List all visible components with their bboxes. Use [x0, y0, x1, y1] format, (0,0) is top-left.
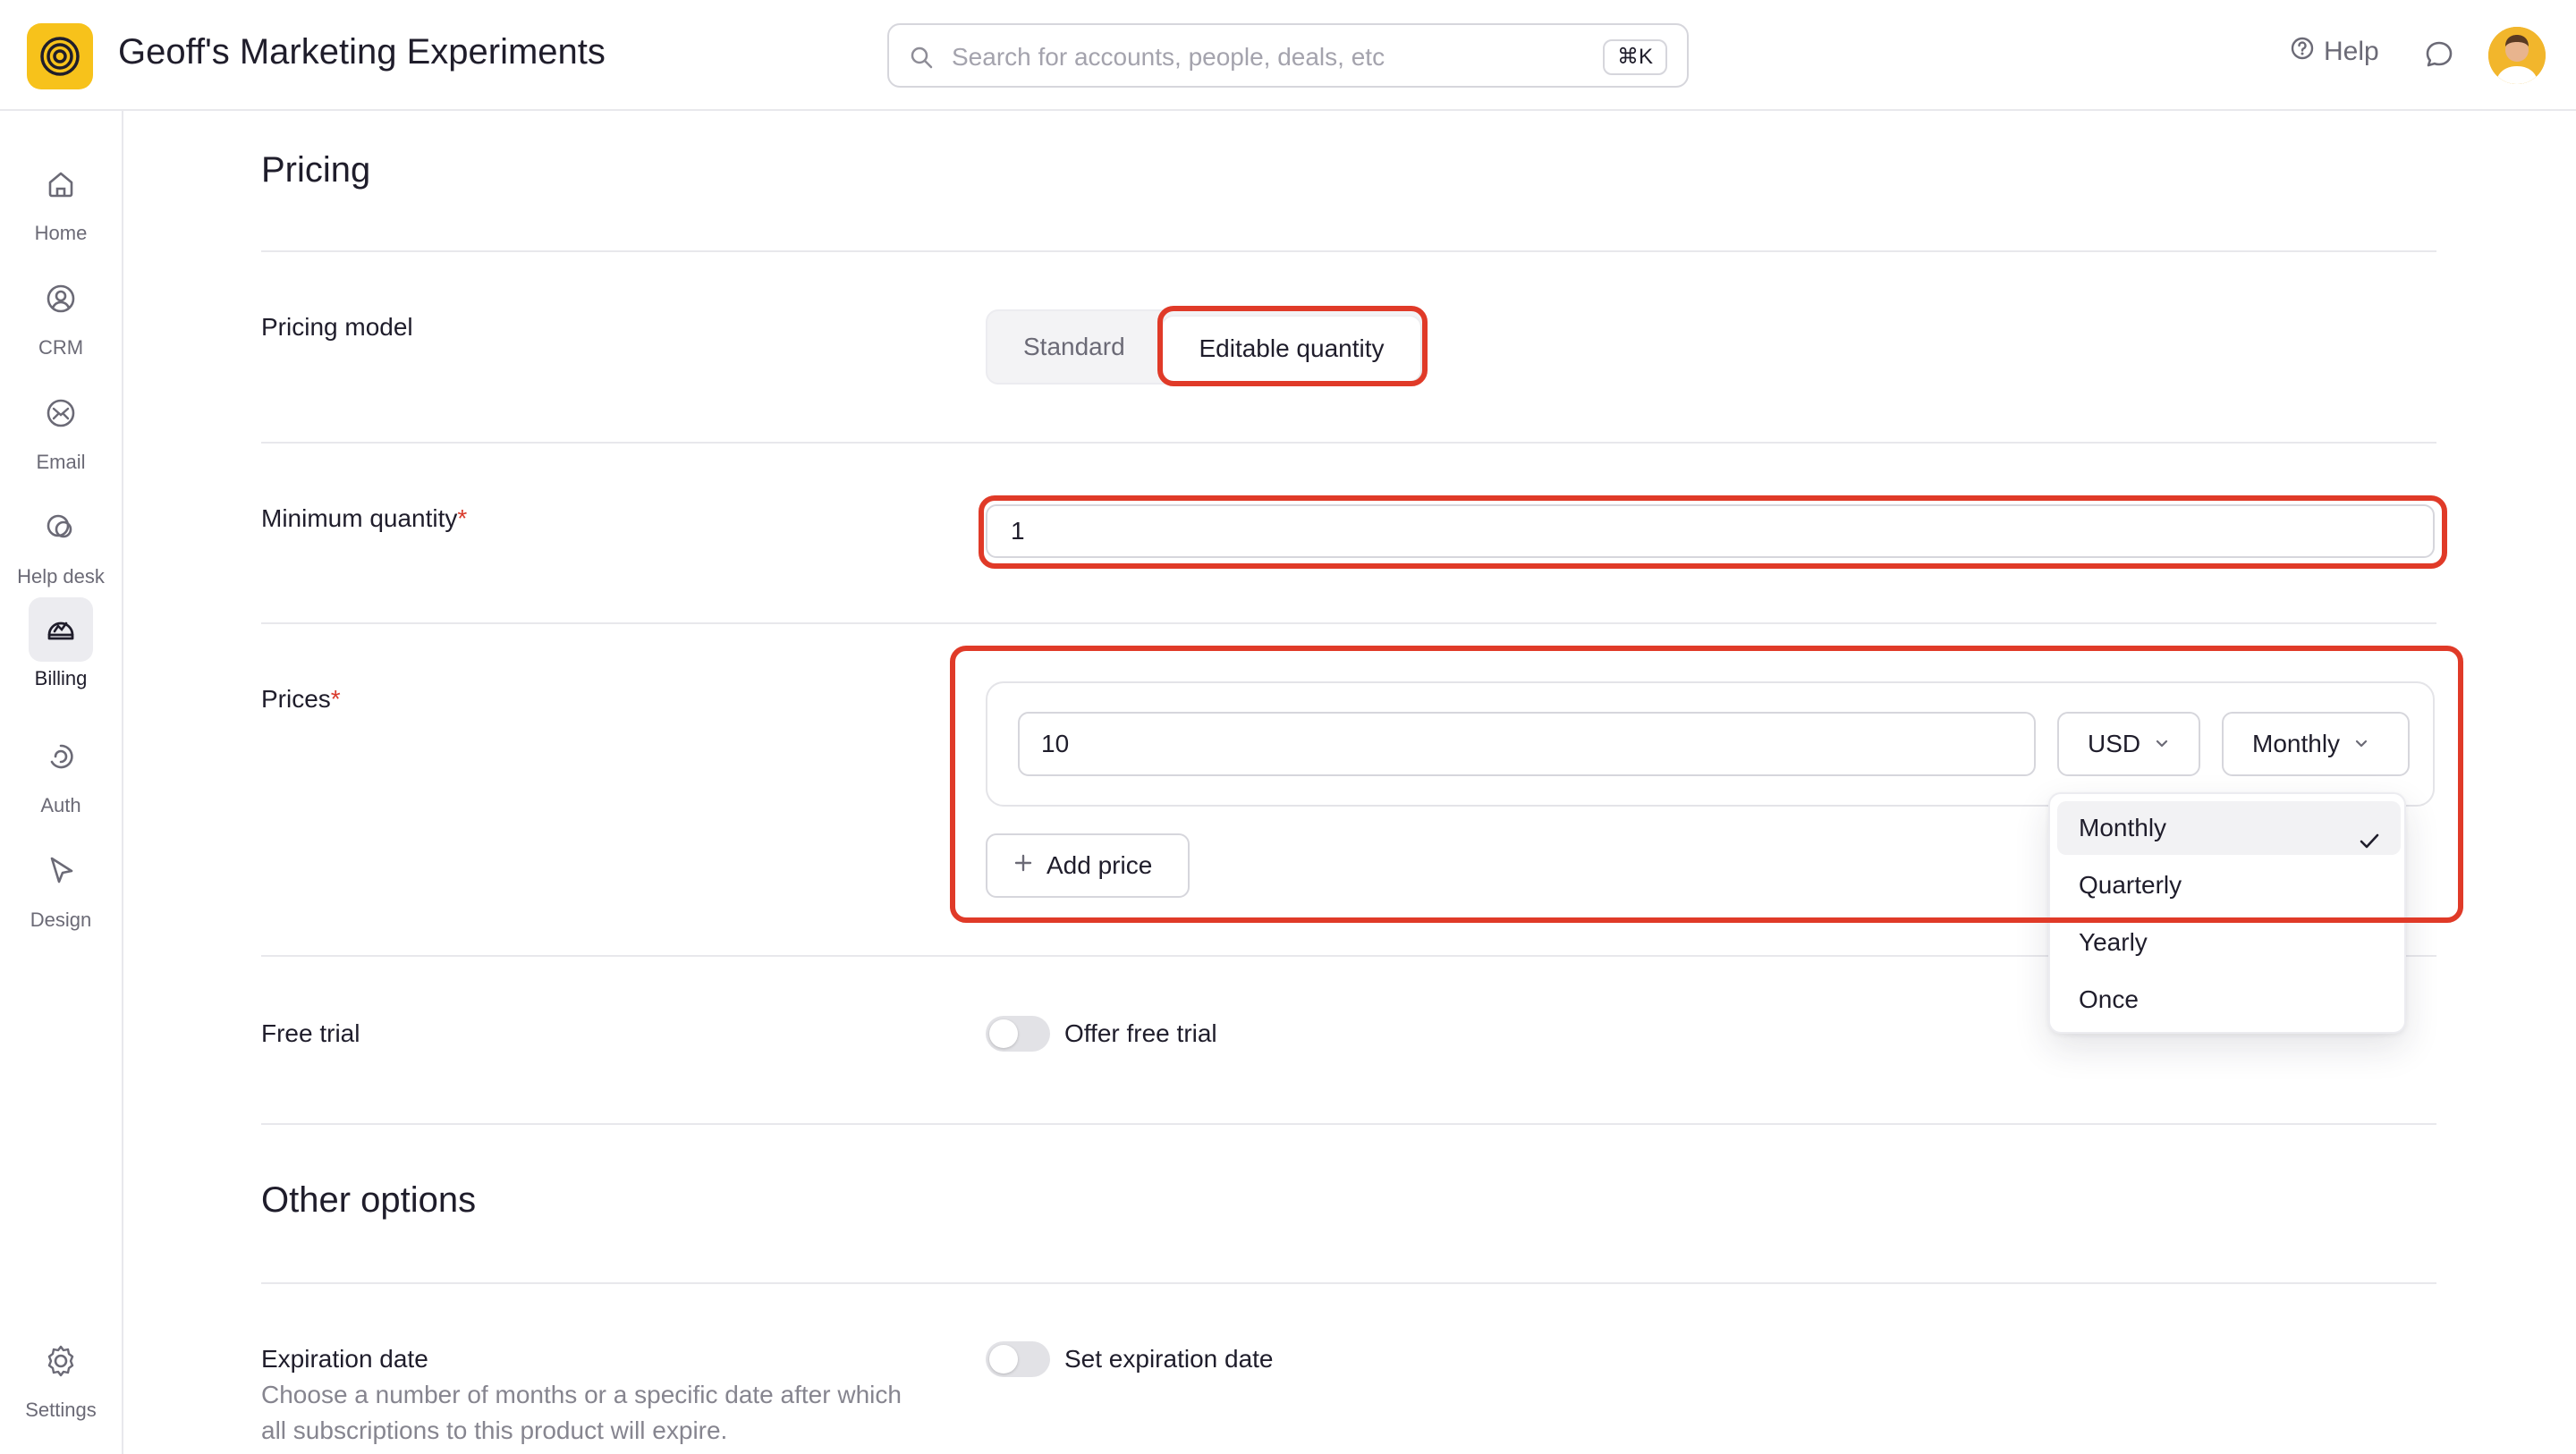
section-heading-pricing: Pricing [261, 150, 371, 190]
option-standard[interactable]: Standard [1023, 333, 1125, 361]
dropdown-option-yearly[interactable]: Yearly [2057, 916, 2401, 969]
sidebar-item-label: Home [34, 222, 88, 244]
sidebar-item-label: CRM [38, 336, 84, 359]
add-price-button[interactable]: Add price [986, 833, 1190, 898]
sidebar-item-label: Billing [34, 667, 88, 689]
expiration-toggle-label: Set expiration date [1064, 1345, 1274, 1373]
chat-icon[interactable] [2424, 39, 2454, 74]
option-editable-quantity[interactable]: Editable quantity [1163, 317, 1420, 381]
expiration-date-label: Expiration date [261, 1345, 428, 1373]
divider [261, 250, 2436, 252]
gear-icon [29, 1329, 93, 1393]
toggle-knob [989, 1345, 1018, 1374]
home-icon [29, 152, 93, 216]
option-label: Once [2079, 985, 2139, 1013]
chevron-down-icon [2352, 730, 2370, 758]
sidebar-item-auth[interactable]: Auth [0, 724, 122, 832]
prices-label: Prices* [261, 685, 341, 714]
toggle-knob [989, 1019, 1018, 1048]
free-trial-toggle-label: Offer free trial [1064, 1019, 1217, 1047]
required-asterisk: * [330, 685, 341, 713]
avatar[interactable] [2488, 27, 2546, 84]
sidebar-item-help-desk[interactable]: Help desk [0, 495, 122, 603]
required-asterisk: * [457, 504, 468, 532]
currency-value: USD [2088, 730, 2141, 757]
search-placeholder: Search for accounts, people, deals, etc [952, 43, 1385, 71]
help-desk-icon [29, 495, 93, 560]
sidebar-item-label: Help desk [17, 565, 105, 588]
search-input[interactable]: Search for accounts, people, deals, etc … [887, 23, 1689, 88]
min-quantity-label-text: Minimum quantity [261, 504, 458, 532]
divider [261, 442, 2436, 444]
sidebar-item-label: Email [36, 451, 86, 473]
divider [261, 1123, 2436, 1125]
sidebar-item-home[interactable]: Home [0, 152, 122, 259]
help-label: Help [2324, 37, 2379, 66]
sidebar-item-billing[interactable]: Billing [0, 597, 122, 705]
pricing-model-toggle: Standard Editable quantity [986, 309, 1424, 385]
min-quantity-input[interactable]: 1 [986, 504, 2435, 558]
divider [261, 622, 2436, 624]
option-label: Quarterly [2079, 871, 2182, 899]
billing-period-value: Monthly [2252, 730, 2341, 757]
prices-label-text: Prices [261, 685, 331, 713]
section-heading-other-options: Other options [261, 1180, 477, 1220]
free-trial-label: Free trial [261, 1019, 360, 1047]
billing-period-dropdown: Monthly Quarterly Yearly Once [2048, 792, 2406, 1034]
sidebar-item-label: Design [30, 909, 92, 931]
price-amount-input[interactable]: 10 [1018, 712, 2036, 776]
search-icon [909, 45, 934, 74]
app-title: Geoff's Marketing Experiments [118, 32, 606, 72]
help-link[interactable]: Help [2290, 36, 2379, 68]
dropdown-option-quarterly[interactable]: Quarterly [2057, 858, 2401, 912]
sidebar-item-email[interactable]: Email [0, 381, 122, 488]
sidebar-item-label: Auth [40, 794, 81, 816]
divider [261, 1282, 2436, 1284]
shortcut-badge: ⌘K [1602, 39, 1667, 75]
expiration-toggle[interactable] [986, 1341, 1050, 1377]
spiral-logo-icon[interactable] [27, 23, 93, 89]
pricing-model-label: Pricing model [261, 313, 413, 341]
cursor-icon [29, 839, 93, 903]
option-label: Yearly [2079, 928, 2148, 956]
free-trial-toggle[interactable] [986, 1016, 1050, 1052]
price-row-card: 10 USD Monthly [986, 681, 2435, 807]
option-label: Monthly [2079, 814, 2167, 841]
help-icon [2290, 36, 2315, 68]
sidebar-item-label: Settings [25, 1399, 97, 1421]
min-quantity-label: Minimum quantity* [261, 504, 467, 533]
auth-icon [29, 724, 93, 789]
user-circle-icon [29, 266, 93, 331]
sidebar-item-settings[interactable]: Settings [0, 1329, 122, 1436]
sidebar-item-design[interactable]: Design [0, 839, 122, 946]
expiration-date-description: Choose a number of months or a specific … [261, 1381, 902, 1444]
add-price-label: Add price [1046, 851, 1153, 879]
chevron-down-icon [2153, 730, 2171, 758]
sidebar: Home CRM Email Help desk Billing Auth De… [0, 111, 123, 1454]
top-bar: Geoff's Marketing Experiments Search for… [0, 0, 2576, 111]
email-icon [29, 381, 93, 445]
billing-icon [29, 597, 93, 662]
billing-period-select[interactable]: Monthly [2222, 712, 2410, 776]
dropdown-option-once[interactable]: Once [2057, 973, 2401, 1027]
currency-select[interactable]: USD [2057, 712, 2200, 776]
sidebar-item-crm[interactable]: CRM [0, 266, 122, 374]
dropdown-option-monthly[interactable]: Monthly [2057, 801, 2401, 855]
plus-icon [1013, 851, 1034, 880]
